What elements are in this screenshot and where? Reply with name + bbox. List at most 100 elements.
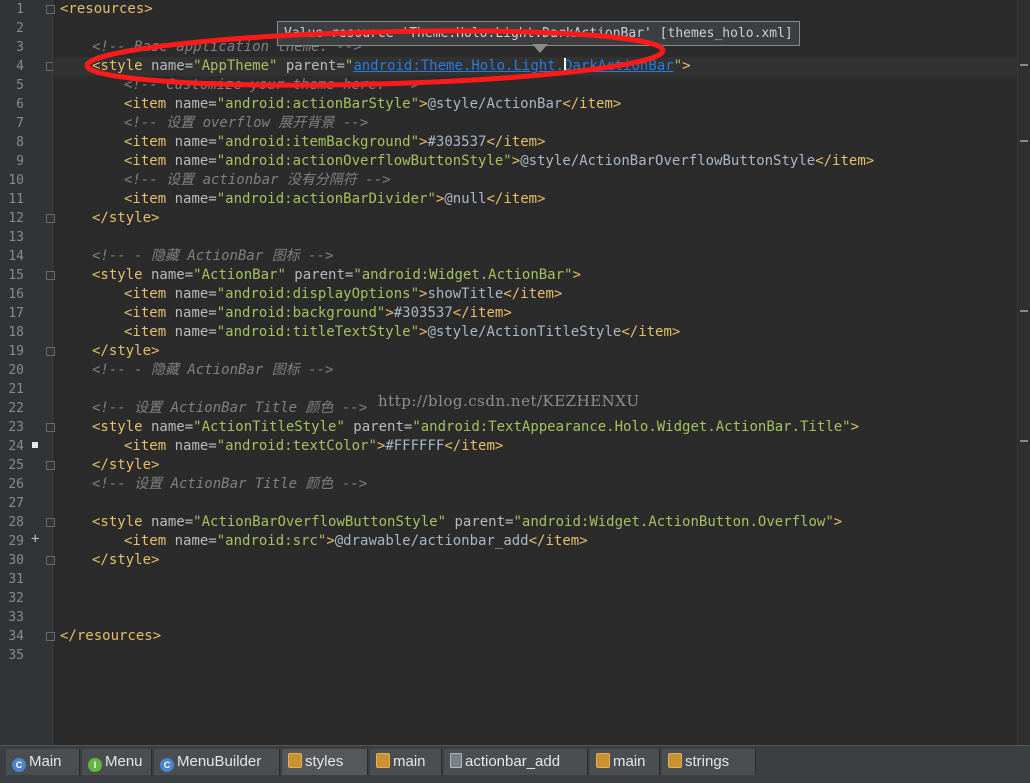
code-token: name= (142, 267, 194, 283)
code-token: #303537 (427, 134, 487, 150)
fold-marker[interactable] (46, 518, 55, 527)
fold-marker[interactable] (46, 461, 55, 470)
editor-tab[interactable]: main (370, 749, 442, 775)
parent-theme-link[interactable]: android:Theme.Holo.Light.DarkActionBar (353, 58, 673, 74)
code-token: <!-- 设置 overflow 展开背景 --> (124, 115, 369, 131)
code-token: <item (124, 438, 167, 454)
code-token: > (511, 153, 521, 169)
code-line[interactable]: <item name="android:actionBarDivider">@n… (124, 190, 546, 209)
fold-marker[interactable] (46, 556, 55, 565)
editor-tab[interactable]: styles (282, 749, 368, 775)
code-line[interactable]: <style name="ActionBar" parent="android:… (92, 266, 581, 285)
code-token: "ActionBar" (193, 267, 286, 283)
line-number: 10 (8, 173, 24, 188)
code-token: </style> (92, 343, 160, 359)
code-token: "android:src" (216, 533, 327, 549)
code-token: <item (124, 533, 167, 549)
code-line[interactable]: <!-- 设置 actionbar 没有分隔符 --> (124, 171, 391, 190)
code-line[interactable]: <style name="AppTheme" parent= "android:T… (92, 57, 691, 76)
line-number: 3 (16, 40, 24, 55)
code-line[interactable]: <!-- - 隐藏 ActionBar 图标 --> (92, 247, 333, 266)
code-token: #303537 (393, 305, 453, 321)
code-line[interactable]: <item name="android:titleTextStyle">@sty… (124, 323, 680, 342)
code-line[interactable]: </style> (92, 209, 159, 228)
line-number: 16 (8, 287, 24, 302)
tab-label: styles (305, 753, 344, 770)
fold-marker[interactable] (46, 5, 55, 14)
fold-marker[interactable] (46, 347, 55, 356)
code-editor[interactable]: 1 2 3 4 5 6 7 8 9 10 11 12 13 14 15 16 17 18 19 20 21 22 23 24 2… (0, 0, 1030, 745)
code-line[interactable]: <resources> (60, 0, 153, 19)
line-number: 9 (16, 154, 24, 169)
code-token: parent= (446, 514, 514, 530)
code-token: " (673, 58, 683, 74)
code-line[interactable]: </style> (92, 551, 159, 570)
code-token: </style> (92, 552, 160, 568)
code-line[interactable]: <item name="android:displayOptions">show… (124, 285, 562, 304)
code-line[interactable]: <item name="android:background">#303537<… (124, 304, 512, 323)
editor-tab[interactable]: main (590, 749, 660, 775)
line-number: 8 (16, 135, 24, 150)
color-preview-marker[interactable] (32, 442, 38, 448)
editor-tab[interactable]: C MenuBuilder (154, 749, 280, 775)
code-token: <!-- Customize your theme here. --> (124, 77, 420, 93)
code-line[interactable]: <style name="ActionTitleStyle" parent="a… (92, 418, 859, 437)
code-token: name= (166, 438, 217, 454)
code-line[interactable]: <!-- 设置 overflow 展开背景 --> (124, 114, 368, 133)
code-line[interactable]: </resources> (60, 627, 161, 646)
code-token: name= (166, 286, 217, 302)
vertical-scrollbar[interactable] (1017, 0, 1030, 745)
line-number: 19 (8, 344, 24, 359)
add-marker-icon[interactable]: + (31, 530, 39, 549)
editor-tab[interactable]: I Menu (82, 749, 152, 775)
code-line[interactable]: <!-- 设置 ActionBar Title 颜色 --> (92, 399, 367, 418)
code-token: <item (124, 191, 167, 207)
code-token: name= (166, 324, 217, 340)
code-line[interactable]: <item name="android:itemBackground">#303… (124, 133, 546, 152)
editor-tab[interactable]: actionbar_add (444, 749, 588, 775)
code-token: "android:textColor" (216, 438, 377, 454)
code-line[interactable]: <item name="android:src">@drawable/actio… (124, 532, 588, 551)
code-token: > (572, 267, 581, 283)
code-token: <item (124, 324, 167, 340)
line-number: 7 (16, 116, 24, 131)
line-number: 34 (8, 629, 24, 644)
code-token: #FFFFFF (385, 438, 445, 454)
fold-marker[interactable] (46, 271, 55, 280)
fold-marker[interactable] (46, 632, 55, 641)
code-token: > (833, 514, 843, 530)
code-token: <resources> (60, 1, 153, 17)
editor-tab[interactable]: strings (662, 749, 756, 775)
line-number: 30 (8, 553, 24, 568)
line-number: 13 (8, 230, 24, 245)
code-line[interactable]: <!-- - 隐藏 ActionBar 图标 --> (92, 361, 333, 380)
fold-marker[interactable] (46, 214, 55, 223)
code-line[interactable]: </style> (92, 342, 159, 361)
code-token: @null (444, 191, 487, 207)
interface-icon: I (88, 758, 102, 772)
code-token: <style (92, 514, 143, 530)
code-line[interactable]: <item name="android:actionOverflowButton… (124, 152, 874, 171)
line-number: 15 (8, 268, 24, 283)
code-token: "android:Widget.ActionBar" (353, 267, 573, 283)
code-line[interactable]: <!-- Customize your theme here. --> (124, 76, 419, 95)
code-token: </item> (528, 533, 588, 549)
code-line[interactable]: <item name="android:actionBarStyle">@sty… (124, 95, 621, 114)
fold-marker[interactable] (46, 423, 55, 432)
code-token: </item> (815, 153, 875, 169)
tab-label: MenuBuilder (177, 753, 262, 770)
code-token: "android:Widget.ActionButton.Overflow" (513, 514, 834, 530)
editor-tab[interactable]: C Main (6, 749, 80, 775)
line-number: 14 (8, 249, 24, 264)
line-number: 33 (8, 610, 24, 625)
code-line[interactable]: <style name="ActionBarOverflowButtonStyl… (92, 513, 842, 532)
code-line[interactable]: </style> (92, 456, 159, 475)
code-token: @drawable/actionbar_add (334, 533, 529, 549)
code-token: <style (92, 267, 143, 283)
line-number: 25 (8, 458, 24, 473)
line-number: 11 (8, 192, 24, 207)
code-line[interactable]: <item name="android:textColor">#FFFFFF</… (124, 437, 503, 456)
code-line[interactable]: <!-- 设置 ActionBar Title 颜色 --> (92, 475, 367, 494)
line-number-gutter[interactable]: 1 2 3 4 5 6 7 8 9 10 11 12 13 14 15 16 17 18 19 20 21 22 23 24 2… (0, 0, 55, 745)
line-number: 31 (8, 572, 24, 587)
